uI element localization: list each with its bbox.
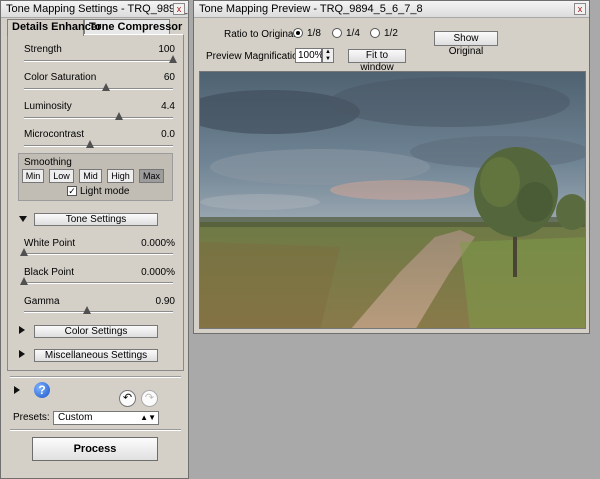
expand-arrow-icon[interactable]	[19, 350, 25, 358]
tab-details-enhancer[interactable]: Details Enhancer	[7, 19, 101, 36]
magnification-spinner[interactable]: ▲ ▼	[322, 48, 334, 63]
expand-arrow-icon[interactable]	[19, 326, 25, 334]
collapse-arrow-icon[interactable]	[19, 216, 27, 222]
misc-settings-button[interactable]: Miscellaneous Settings	[34, 349, 158, 362]
divider	[10, 429, 181, 431]
color-settings-button[interactable]: Color Settings	[34, 325, 158, 338]
black-point-slider-thumb[interactable]	[20, 277, 28, 285]
light-mode-checkbox[interactable]: ✓	[67, 186, 77, 196]
smoothing-mid-button[interactable]: Mid	[79, 169, 102, 183]
tone-settings-button[interactable]: Tone Settings	[34, 213, 158, 226]
show-original-button[interactable]: Show Original	[434, 31, 498, 57]
color-saturation-label: Color Saturation	[24, 72, 97, 83]
ratio-radio-1-2[interactable]	[370, 28, 380, 38]
microcontrast-slider[interactable]	[24, 140, 173, 148]
white-point-label: White Point	[24, 238, 76, 249]
chevron-down-icon: ▲▼	[140, 413, 156, 422]
tone-mapping-preview-window: Tone Mapping Preview - TRQ_9894_5_6_7_8 …	[193, 0, 590, 334]
preview-window-title: Tone Mapping Preview - TRQ_9894_5_6_7_8	[199, 3, 423, 15]
strength-label: Strength	[24, 44, 62, 55]
close-icon[interactable]: x	[574, 3, 586, 15]
close-icon[interactable]: x	[173, 3, 185, 15]
presets-label: Presets:	[13, 412, 50, 423]
black-point-label: Black Point	[24, 267, 75, 278]
white-point-value: 0.000%	[141, 238, 175, 249]
luminosity-label: Luminosity	[24, 101, 72, 112]
gamma-slider-thumb[interactable]	[82, 306, 91, 314]
smoothing-high-button[interactable]: High	[107, 169, 134, 183]
strength-slider-thumb[interactable]	[169, 55, 177, 63]
smoothing-low-button[interactable]: Low	[49, 169, 74, 183]
strength-value: 100	[158, 44, 175, 55]
spin-down-icon[interactable]: ▼	[323, 56, 333, 63]
light-mode-label: Light mode	[80, 186, 130, 197]
ratio-option-label: 1/4	[346, 28, 360, 39]
ratio-option-label: 1/8	[307, 28, 321, 39]
tone-mapping-settings-window: Tone Mapping Settings - TRQ_9894_5_6_7_8…	[0, 0, 189, 479]
gamma-label: Gamma	[24, 296, 60, 307]
spin-up-icon[interactable]: ▲	[323, 49, 333, 56]
gamma-value: 0.90	[155, 296, 175, 307]
divider	[10, 376, 181, 378]
microcontrast-slider-thumb[interactable]	[85, 140, 94, 148]
magnification-label: Preview Magnification:	[206, 51, 307, 62]
process-button[interactable]: Process	[32, 437, 158, 461]
ratio-label: Ratio to Original:	[224, 29, 299, 40]
expand-arrow-icon[interactable]	[14, 386, 20, 394]
preview-titlebar: Tone Mapping Preview - TRQ_9894_5_6_7_8 …	[194, 1, 589, 18]
microcontrast-value: 0.0	[161, 129, 175, 140]
luminosity-slider[interactable]	[24, 112, 173, 120]
presets-value: Custom	[58, 412, 93, 423]
settings-titlebar: Tone Mapping Settings - TRQ_9894_5_6_7_8…	[1, 1, 188, 18]
white-point-slider-thumb[interactable]	[20, 248, 28, 256]
details-enhancer-panel: Strength 100 Color Saturation 60 Luminos…	[7, 34, 184, 371]
fit-to-window-button[interactable]: Fit to window	[348, 49, 406, 73]
ratio-option-label: 1/2	[384, 28, 398, 39]
microcontrast-label: Microcontrast	[24, 129, 85, 140]
magnification-input[interactable]: 100%	[295, 48, 324, 63]
black-point-value: 0.000%	[141, 267, 175, 278]
preview-image[interactable]	[199, 71, 586, 329]
smoothing-max-button[interactable]: Max	[139, 169, 164, 183]
luminosity-slider-thumb[interactable]	[115, 112, 124, 120]
black-point-slider[interactable]	[20, 277, 173, 285]
presets-dropdown[interactable]: Custom ▲▼	[53, 411, 159, 425]
smoothing-title: Smoothing	[24, 157, 72, 168]
color-saturation-value: 60	[163, 72, 175, 83]
white-point-slider[interactable]	[20, 248, 173, 256]
redo-icon[interactable]: ↷	[141, 390, 158, 407]
gamma-slider[interactable]	[24, 306, 173, 314]
smoothing-min-button[interactable]: Min	[22, 169, 44, 183]
settings-window-title: Tone Mapping Settings - TRQ_9894_5_6_7_8	[6, 3, 188, 15]
color-saturation-slider[interactable]	[24, 83, 173, 91]
landscape-photo	[200, 72, 585, 328]
luminosity-value: 4.4	[161, 101, 175, 112]
smoothing-group: Smoothing Min Low Mid High Max ✓ Light m…	[18, 153, 173, 201]
ratio-radio-1-8[interactable]	[293, 28, 303, 38]
color-saturation-slider-thumb[interactable]	[101, 83, 110, 91]
undo-icon[interactable]: ↶	[119, 390, 136, 407]
ratio-radio-1-4[interactable]	[332, 28, 342, 38]
help-icon[interactable]: ?	[34, 382, 50, 398]
strength-slider[interactable]	[24, 55, 177, 63]
